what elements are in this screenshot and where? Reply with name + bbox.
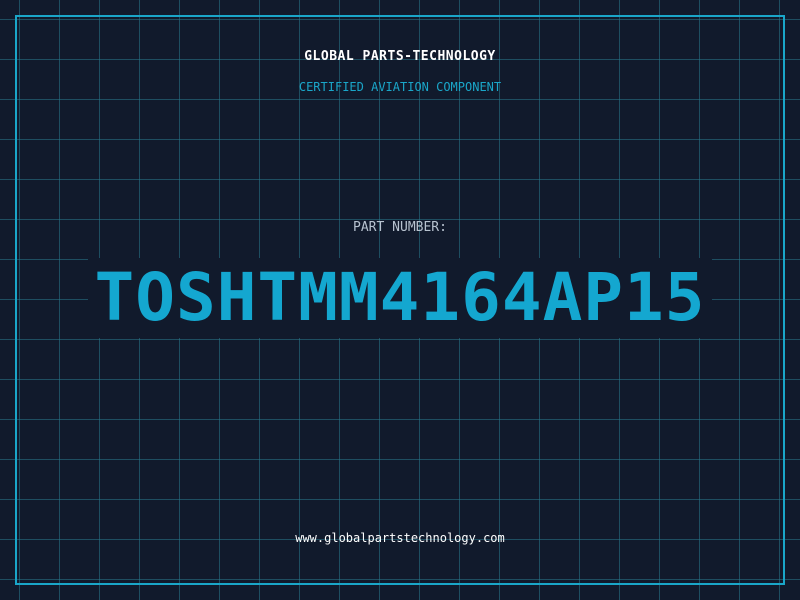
part-number-value: TOSHTMM4164AP15 (88, 258, 712, 338)
certification-subtitle: CERTIFIED AVIATION COMPONENT (298, 80, 502, 94)
part-number-label: PART NUMBER: (353, 220, 447, 235)
website-url: www.globalpartstechnology.com (295, 531, 505, 545)
part-number-container: TOSHTMM4164AP15 (0, 258, 800, 338)
company-name: GLOBAL PARTS-TECHNOLOGY (304, 49, 496, 64)
